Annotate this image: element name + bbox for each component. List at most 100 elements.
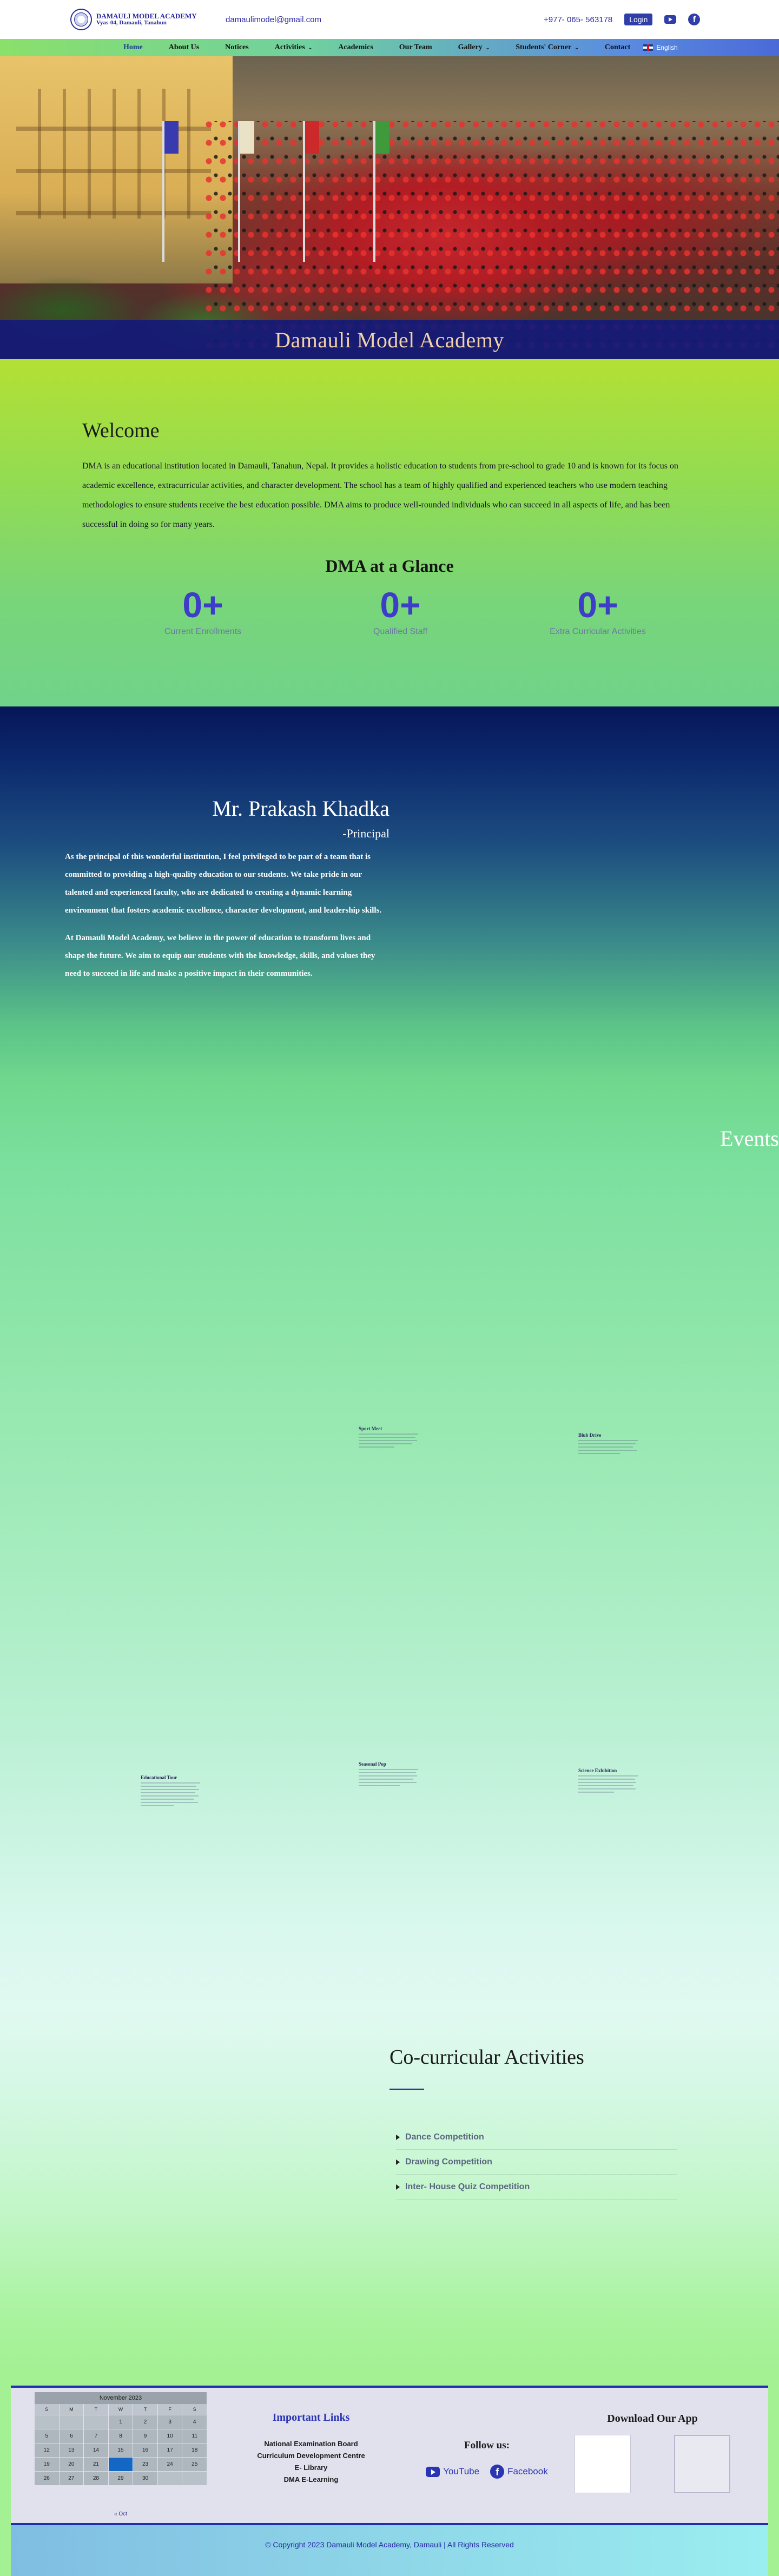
- login-button[interactable]: Login: [624, 14, 653, 25]
- facebook-icon[interactable]: f: [688, 14, 701, 25]
- calendar-day[interactable]: 26: [35, 2472, 59, 2485]
- event-card[interactable]: Seasonal Pop: [359, 1761, 418, 1788]
- download-app-heading: Download Our App: [607, 2413, 698, 2425]
- glance-stats: 0+ Current Enrollments 0+ Qualified Staf…: [82, 587, 697, 637]
- cocurricular-accordion: Dance Competition Drawing Competition In…: [396, 2125, 677, 2199]
- nav-item-our-team[interactable]: Our Team: [399, 43, 432, 52]
- main-nav: Home About Us Notices Activities ⌄ Academics O…: [0, 39, 779, 56]
- event-card[interactable]: Science Exhibition: [578, 1768, 638, 1795]
- calendar-empty-cell: [35, 2415, 59, 2429]
- nav-item-about-us[interactable]: About Us: [169, 43, 199, 52]
- calendar-day[interactable]: 5: [35, 2429, 59, 2443]
- site-logo[interactable]: DAMAULI MODEL ACADEMY Vyas-04, Damauli, …: [70, 9, 197, 30]
- accordion-item-label: Inter- House Quiz Competition: [405, 2182, 530, 2191]
- stat-label: Extra Curricular Activities: [550, 627, 646, 636]
- stat-enrollments: 0+ Current Enrollments: [146, 587, 260, 637]
- event-card[interactable]: Sport Meet: [359, 1426, 418, 1450]
- event-card[interactable]: Blub Drive: [578, 1432, 638, 1456]
- stat-value: 0+: [182, 585, 223, 625]
- calendar-day[interactable]: 11: [182, 2429, 207, 2443]
- calendar-day[interactable]: 6: [59, 2429, 84, 2443]
- calendar-today[interactable]: 22: [108, 2458, 133, 2471]
- nav-item-notices[interactable]: Notices: [225, 43, 249, 52]
- event-title: Educational Tour: [141, 1775, 177, 1780]
- calendar-day[interactable]: 15: [108, 2443, 133, 2457]
- accordion-item-dance[interactable]: Dance Competition: [396, 2125, 677, 2150]
- youtube-link[interactable]: YouTube: [426, 2466, 479, 2477]
- calendar-weekday: T: [133, 2404, 157, 2415]
- play-store-badge[interactable]: [674, 2435, 730, 2493]
- calendar-day[interactable]: 29: [108, 2472, 133, 2485]
- accordion-item-quiz[interactable]: Inter- House Quiz Competition: [396, 2175, 677, 2199]
- calendar-day[interactable]: 9: [133, 2429, 157, 2443]
- calendar-prev-link[interactable]: « Oct: [35, 2511, 207, 2517]
- event-title: Seasonal Pop: [359, 1761, 386, 1767]
- calendar-day[interactable]: 1: [108, 2415, 133, 2429]
- footer-link[interactable]: National Examination Board: [243, 2438, 379, 2450]
- calendar-day[interactable]: 18: [182, 2443, 207, 2457]
- nav-item-students-corner[interactable]: Students' Corner ⌄: [516, 43, 579, 52]
- facebook-link[interactable]: f Facebook: [490, 2465, 548, 2479]
- stat-staff: 0+ Qualified Staff: [344, 587, 457, 637]
- footer-link[interactable]: DMA E-Learning: [243, 2474, 379, 2486]
- uk-flag-icon: [643, 44, 653, 51]
- nav-item-label: Contact: [604, 43, 631, 51]
- calendar-day[interactable]: 14: [84, 2443, 108, 2457]
- nav-item-activities[interactable]: Activities ⌄: [275, 43, 313, 52]
- calendar-day[interactable]: 2: [133, 2415, 157, 2429]
- calendar-day[interactable]: 4: [182, 2415, 207, 2429]
- app-store-badge[interactable]: [575, 2435, 631, 2493]
- calendar-day[interactable]: 8: [108, 2429, 133, 2443]
- nav-item-contact[interactable]: Contact: [605, 43, 630, 52]
- language-selector[interactable]: English: [643, 44, 678, 51]
- stat-value: 0+: [577, 585, 618, 625]
- events-heading: Events: [720, 1126, 779, 1151]
- hero-flag: [303, 121, 319, 262]
- calendar-day[interactable]: 21: [84, 2458, 108, 2471]
- chevron-down-icon: ⌄: [485, 45, 490, 50]
- footer-link[interactable]: Curriculum Development Centre: [243, 2450, 379, 2462]
- calendar-day[interactable]: 10: [157, 2429, 182, 2443]
- cocurricular-heading: Co-curricular Activities: [390, 2046, 584, 2069]
- calendar-day[interactable]: 3: [157, 2415, 182, 2429]
- calendar-weekday: F: [157, 2404, 182, 2415]
- calendar-day[interactable]: 25: [182, 2458, 207, 2471]
- calendar-day[interactable]: 7: [84, 2429, 108, 2443]
- event-card[interactable]: Educational Tour: [141, 1775, 200, 1808]
- nav-item-academics[interactable]: Academics: [338, 43, 373, 52]
- calendar-empty-cell: [59, 2415, 84, 2429]
- calendar-day[interactable]: 24: [157, 2458, 182, 2471]
- principal-role: -Principal: [342, 827, 390, 840]
- footer-link[interactable]: E- Library: [243, 2462, 379, 2474]
- calendar-weekday: T: [84, 2404, 108, 2415]
- nav-item-gallery[interactable]: Gallery ⌄: [458, 43, 490, 52]
- caret-right-icon: [396, 2159, 400, 2165]
- header-phone: +977- 065- 563178: [544, 15, 613, 24]
- calendar-day[interactable]: 23: [133, 2458, 157, 2471]
- principal-name: Mr. Prakash Khadka: [212, 796, 390, 821]
- calendar-day[interactable]: 17: [157, 2443, 182, 2457]
- important-links: Important Links National Examination Boa…: [243, 2412, 379, 2486]
- hero-title-bar: Damauli Model Academy: [0, 320, 779, 359]
- calendar-day[interactable]: 16: [133, 2443, 157, 2457]
- calendar-day[interactable]: 12: [35, 2443, 59, 2457]
- calendar-day[interactable]: 27: [59, 2472, 84, 2485]
- follow-heading: Follow us:: [464, 2440, 510, 2451]
- youtube-icon[interactable]: [664, 15, 677, 24]
- important-links-heading: Important Links: [272, 2412, 350, 2423]
- nav-item-label: Our Team: [399, 43, 432, 51]
- hero-school-building: [0, 56, 233, 283]
- calendar-day[interactable]: 19: [35, 2458, 59, 2471]
- nav-item-label: Students' Corner: [516, 43, 572, 51]
- nav-item-home[interactable]: Home: [123, 43, 143, 52]
- hero-students-assembly: [206, 121, 779, 348]
- footer-main: November 2023 S M T W T F S 1 2 3 4 5 6 7 8 9 10 11 12 13 14…: [11, 2386, 768, 2523]
- accordion-item-drawing[interactable]: Drawing Competition: [396, 2150, 677, 2175]
- calendar-day[interactable]: 30: [133, 2472, 157, 2485]
- calendar-day[interactable]: 28: [84, 2472, 108, 2485]
- header-email-link[interactable]: damaulimodel@gmail.com: [226, 15, 321, 24]
- calendar-day[interactable]: 13: [59, 2443, 84, 2457]
- calendar-day[interactable]: 20: [59, 2458, 84, 2471]
- principal-message-section: Mr. Prakash Khadka -Principal As the pri…: [0, 706, 779, 1177]
- hero-title: Damauli Model Academy: [275, 327, 504, 352]
